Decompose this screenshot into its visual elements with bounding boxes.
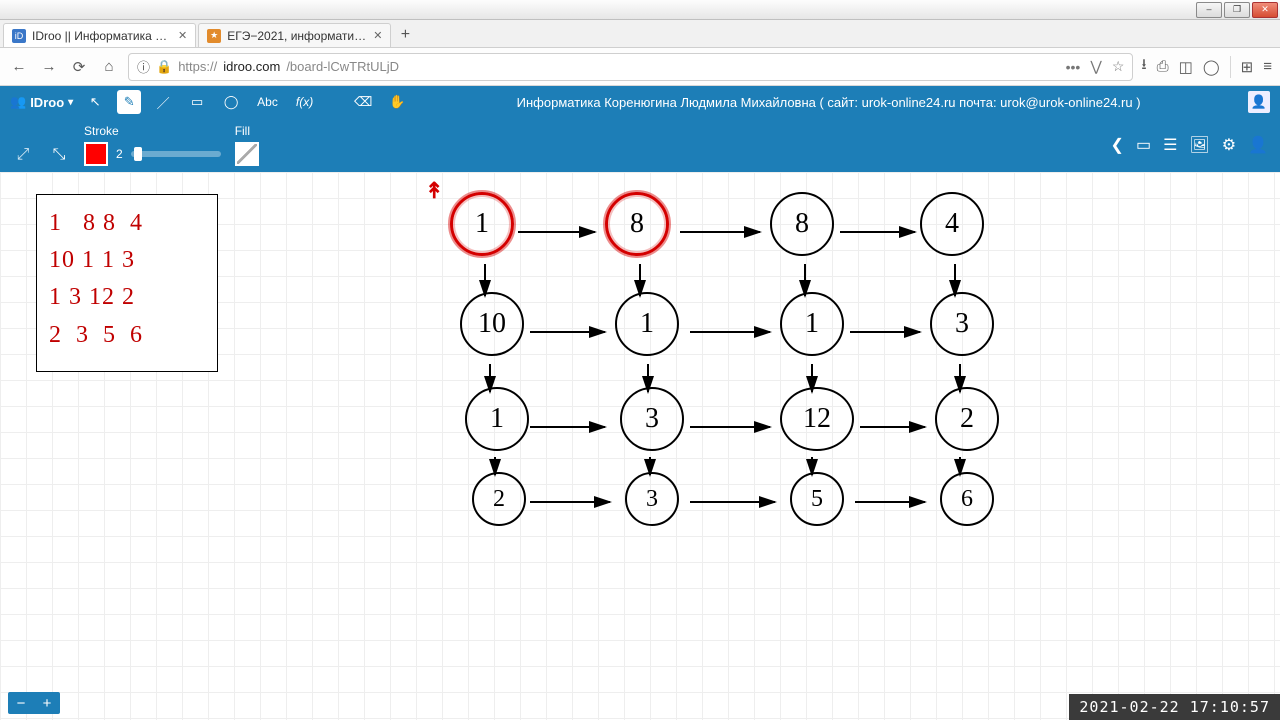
- image-icon[interactable]: 🖼: [1189, 135, 1209, 155]
- stroke-color-swatch[interactable]: [84, 142, 108, 166]
- stroke-width-slider[interactable]: [131, 151, 221, 157]
- pointer-tool[interactable]: ↖: [83, 90, 107, 114]
- matrix-box: 1 8 8 4 10 1 1 3 1 3 12 2 2 3 5 6: [36, 194, 218, 372]
- chevron-down-icon: ▾: [68, 97, 73, 108]
- browser-tab-idroo[interactable]: iD IDroo || Информатика Корен… ✕: [3, 23, 196, 47]
- zoom-out-button[interactable]: −: [8, 692, 34, 714]
- app-toolbar: 👥 IDroo ▾ ↖ ✎ ／ ▭ ◯ Abc f(x) ⌫ ✋ Информа…: [0, 86, 1280, 118]
- text-tool[interactable]: Abc: [253, 90, 282, 114]
- matrix-row: 1 3 12 2: [49, 279, 205, 316]
- separator: [1230, 56, 1231, 78]
- graph-node: 1: [450, 192, 514, 256]
- ellipse-tool[interactable]: ◯: [219, 90, 243, 114]
- graph-node: 3: [930, 292, 994, 356]
- rectangle-tool[interactable]: ▭: [185, 90, 209, 114]
- pen-tool[interactable]: ✎: [117, 90, 141, 114]
- line-tool[interactable]: ／: [151, 90, 175, 114]
- fill-label: Fill: [235, 124, 259, 138]
- graph-node: 12: [780, 387, 854, 451]
- app-brand[interactable]: 👥 IDroo ▾: [10, 94, 73, 110]
- brand-icon: 👥: [10, 94, 26, 110]
- matrix-row: 1 8 8 4: [49, 205, 205, 242]
- graph-node: 1: [780, 292, 844, 356]
- url-protocol: https://: [178, 59, 217, 74]
- close-tab-icon[interactable]: ✕: [178, 29, 187, 42]
- settings-icon[interactable]: ⚙: [1222, 135, 1236, 155]
- participants-icon[interactable]: 👤: [1248, 135, 1268, 155]
- graph-node: 8: [605, 192, 669, 256]
- document-icon[interactable]: ☰: [1163, 135, 1177, 155]
- collapse-icon[interactable]: ⤢: [12, 144, 34, 166]
- graph-node: 1: [465, 387, 529, 451]
- browser-tab-ege[interactable]: ★ ЕГЭ−2021, информатика: зад… ✕: [198, 23, 391, 47]
- download-icon[interactable]: ⭳: [1141, 54, 1146, 79]
- sidebar-icon[interactable]: ◫: [1179, 58, 1193, 76]
- brand-label: IDroo: [30, 95, 64, 110]
- stroke-label: Stroke: [84, 124, 221, 138]
- graph-node: 8: [770, 192, 834, 256]
- eraser-tool[interactable]: ⌫: [351, 90, 375, 114]
- expand-icon[interactable]: ⤡: [48, 144, 70, 166]
- graph-node: 3: [625, 472, 679, 526]
- graph-node: 2: [935, 387, 999, 451]
- matrix-row: 10 1 1 3: [49, 242, 205, 279]
- tab-label: IDroo || Информатика Корен…: [32, 29, 172, 43]
- url-path: /board-lCwTRtULjD: [286, 59, 399, 74]
- window-minimize-button[interactable]: –: [1196, 2, 1222, 18]
- window-close-button[interactable]: ✕: [1252, 2, 1278, 18]
- page-actions-icon[interactable]: •••: [1066, 59, 1081, 75]
- chat-icon[interactable]: ▭: [1136, 135, 1151, 155]
- extensions-icon[interactable]: ⊞: [1241, 58, 1254, 76]
- graph-node: 10: [460, 292, 524, 356]
- recording-timestamp: 2021-02-22 17:10:57: [1069, 694, 1280, 720]
- red-arrow-mark: ↟: [425, 178, 443, 204]
- site-info-icon[interactable]: ⓘ: [137, 57, 150, 76]
- user-avatar[interactable]: 👤: [1248, 91, 1270, 113]
- graph-node: 2: [472, 472, 526, 526]
- browser-url-bar: ← → ⟳ ⌂ ⓘ 🔒 https:// idroo.com/board-lCwT…: [0, 48, 1280, 86]
- share-icon[interactable]: ❮: [1111, 135, 1124, 155]
- home-button[interactable]: ⌂: [98, 56, 120, 78]
- url-field[interactable]: ⓘ 🔒 https:// idroo.com/board-lCwTRtULjD •…: [128, 53, 1133, 81]
- graph-node: 3: [620, 387, 684, 451]
- bookmark-star-icon[interactable]: ☆: [1112, 58, 1125, 75]
- favicon-icon: iD: [12, 29, 26, 43]
- hand-tool[interactable]: ✋: [385, 90, 409, 114]
- graph-node: 6: [940, 472, 994, 526]
- forward-button[interactable]: →: [38, 56, 60, 78]
- new-tab-button[interactable]: +: [393, 23, 417, 47]
- window-maximize-button[interactable]: ❐: [1224, 2, 1250, 18]
- zoom-in-button[interactable]: +: [34, 692, 60, 714]
- graph-node: 1: [615, 292, 679, 356]
- app-sub-toolbar: ⤢ ⤡ Stroke 2 Fill ❮ ▭ ☰ 🖼 ⚙ 👤: [0, 118, 1280, 172]
- url-host: idroo.com: [223, 59, 280, 74]
- board-title: Информатика Коренюгина Людмила Михайловн…: [419, 95, 1238, 110]
- formula-tool[interactable]: f(x): [292, 90, 317, 114]
- library-icon[interactable]: ⎙: [1157, 58, 1169, 75]
- browser-tab-bar: iD IDroo || Информатика Корен… ✕ ★ ЕГЭ−2…: [0, 20, 1280, 48]
- zoom-control: − +: [8, 692, 60, 714]
- close-tab-icon[interactable]: ✕: [373, 29, 382, 42]
- matrix-row: 2 3 5 6: [49, 317, 205, 354]
- menu-icon[interactable]: ≡: [1263, 58, 1272, 75]
- lock-icon: 🔒: [156, 59, 172, 75]
- graph-node: 5: [790, 472, 844, 526]
- stroke-width-value: 2: [116, 147, 123, 161]
- whiteboard-canvas[interactable]: 1 8 8 4 10 1 1 3 1 3 12 2 2 3 5 6 ↟: [0, 172, 1280, 720]
- back-button[interactable]: ←: [8, 56, 30, 78]
- tab-label: ЕГЭ−2021, информатика: зад…: [227, 29, 367, 43]
- favicon-icon: ★: [207, 29, 221, 43]
- window-titlebar: – ❐ ✕: [0, 0, 1280, 20]
- reader-icon[interactable]: ⋁: [1090, 58, 1101, 75]
- graph-node: 4: [920, 192, 984, 256]
- reload-button[interactable]: ⟳: [68, 56, 90, 78]
- fill-color-swatch[interactable]: [235, 142, 259, 166]
- account-icon[interactable]: ◯: [1203, 58, 1220, 76]
